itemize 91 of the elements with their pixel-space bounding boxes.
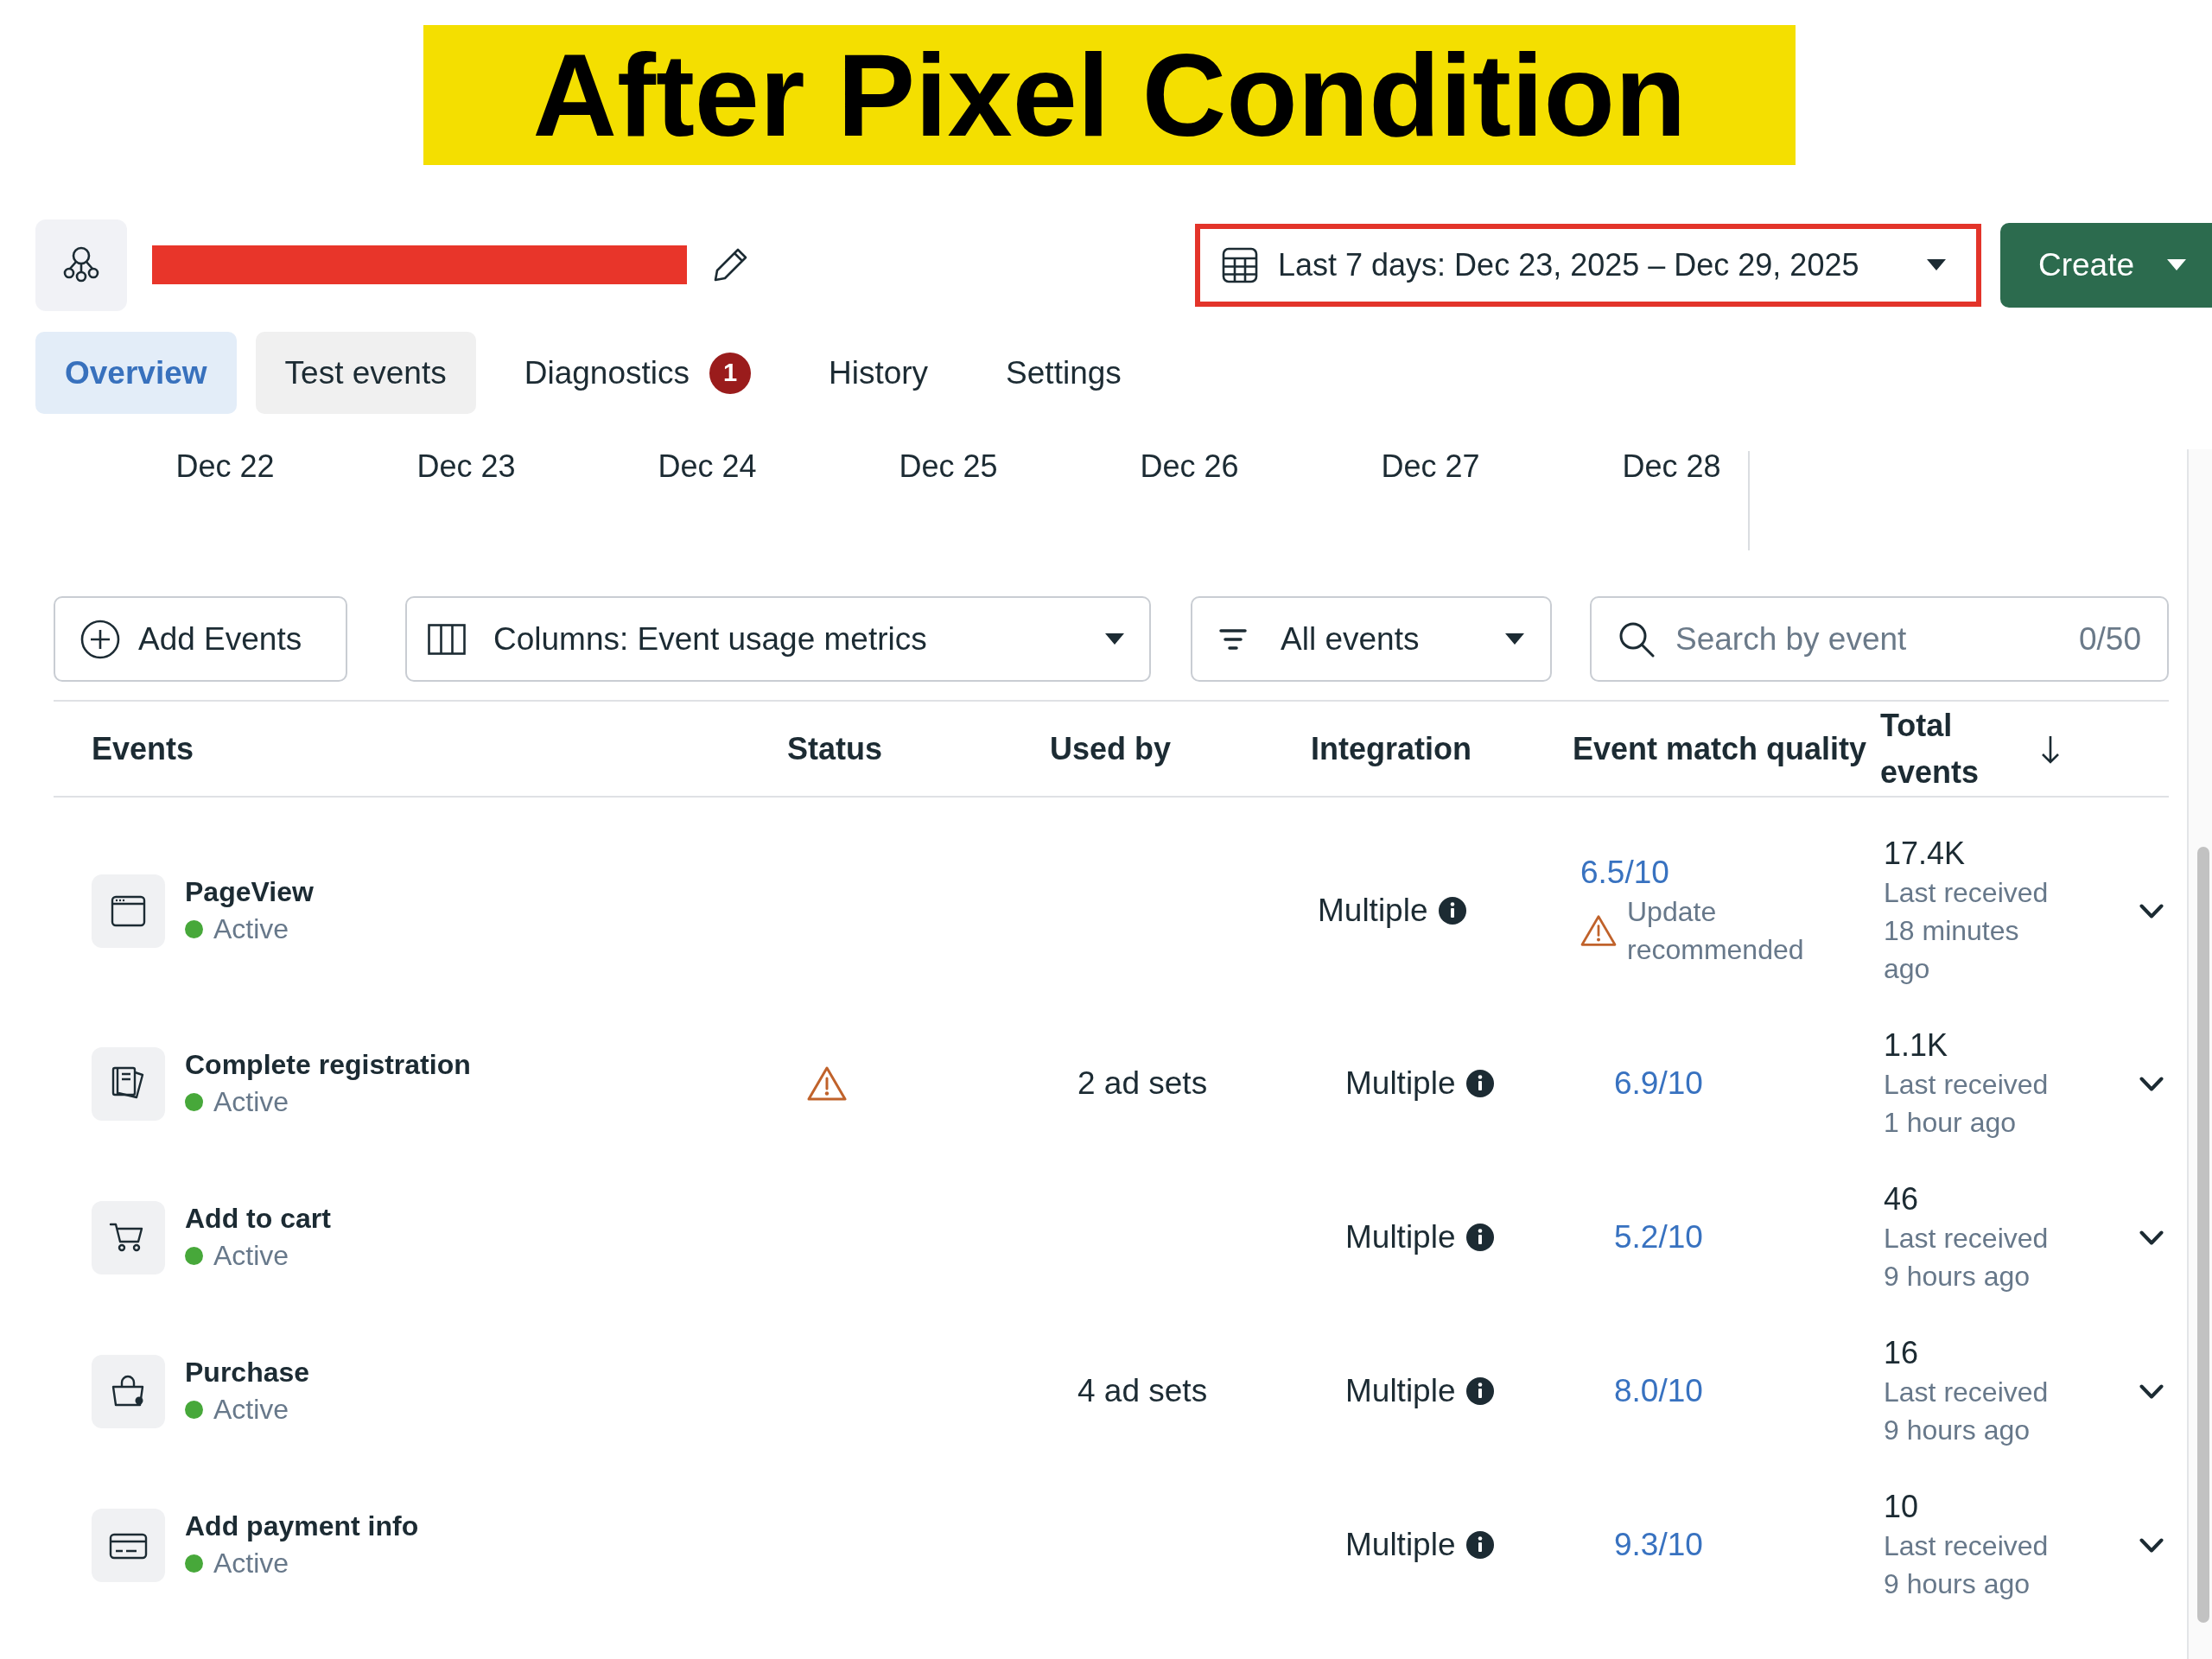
tab[interactable]: Diagnostics 1 — [494, 332, 780, 414]
pencil-icon[interactable] — [713, 247, 748, 283]
date-label: Dec 28 — [1622, 451, 1721, 482]
used-by-text: 4 ad sets — [1077, 1373, 1208, 1408]
last-received-text: Last received 18 minutes ago — [1884, 876, 2050, 986]
credit-card-icon — [92, 1508, 165, 1582]
event-name: PageView — [185, 875, 314, 909]
caret-icon — [1105, 633, 1124, 645]
total-count: 10 — [1884, 1488, 1919, 1526]
search-icon — [1618, 620, 1655, 658]
column-header: Integration — [1311, 730, 1471, 766]
quality-score-link[interactable]: 6.9/10 — [1614, 1064, 1703, 1103]
status-text: Active — [213, 912, 289, 946]
count-badge: 1 — [709, 352, 751, 394]
network-nodes-icon — [35, 219, 127, 311]
last-received-text: Last received 1 hour ago — [1884, 1068, 2050, 1140]
create-button[interactable]: Create — [2000, 222, 2212, 308]
date-label: Dec 25 — [899, 451, 998, 482]
chevron-down-icon[interactable] — [2139, 1230, 2164, 1245]
event-name: Add payment info — [185, 1510, 419, 1543]
column-header: Event match quality — [1573, 730, 1867, 766]
shopping-bag-icon — [92, 1354, 165, 1428]
documents-icon — [92, 1046, 165, 1121]
column-header: Total events — [1880, 706, 1980, 791]
info-icon[interactable] — [1438, 897, 1466, 925]
title-banner: After Pixel Condition — [423, 25, 1796, 165]
filter-icon — [1219, 627, 1247, 651]
chevron-down-icon[interactable] — [2139, 1076, 2164, 1091]
caret-icon — [1927, 259, 1946, 270]
integration-text: Multiple — [1345, 1218, 1456, 1256]
status-text: Active — [213, 1239, 289, 1273]
last-received-text: Last received 9 hours ago — [1884, 1529, 2050, 1601]
columns-dropdown[interactable]: Columns: Event usage metrics — [405, 596, 1151, 682]
columns-icon — [428, 623, 466, 655]
date-label: Dec 23 — [416, 451, 516, 482]
column-header: Events — [92, 730, 194, 766]
total-count: 1.1K — [1884, 1027, 1948, 1065]
event-name: Complete registration — [185, 1048, 471, 1082]
chevron-down-icon[interactable] — [2139, 1383, 2164, 1399]
date-label: Dec 22 — [175, 451, 275, 482]
browser-window-icon — [92, 874, 165, 948]
info-icon[interactable] — [1465, 1377, 1494, 1405]
plus-circle-icon — [80, 619, 120, 659]
chevron-down-icon[interactable] — [2139, 1537, 2164, 1553]
tab[interactable]: Test events — [255, 332, 476, 414]
tab[interactable]: Overview — [35, 332, 237, 414]
used-by-text: 2 ad sets — [1077, 1065, 1208, 1101]
caret-icon — [2167, 259, 2187, 270]
last-received-text: Last received 9 hours ago — [1884, 1222, 2050, 1294]
event-name: Add to cart — [185, 1202, 331, 1236]
sort-arrow-icon[interactable] — [2040, 734, 2061, 764]
quality-score-link[interactable]: 8.0/10 — [1614, 1371, 1703, 1411]
chevron-down-icon[interactable] — [2139, 903, 2164, 918]
warning-icon — [1580, 914, 1617, 947]
scrollbar[interactable] — [2187, 449, 2212, 1659]
character-counter: 0/50 — [2079, 620, 2141, 658]
quality-score-link[interactable]: 9.3/10 — [1614, 1525, 1703, 1565]
integration-text: Multiple — [1345, 1065, 1456, 1103]
total-count: 46 — [1884, 1180, 1919, 1218]
quality-score-link[interactable]: 6.5/10 — [1580, 853, 1669, 893]
total-count: 16 — [1884, 1334, 1919, 1372]
column-header: Used by — [1050, 730, 1172, 766]
status-text: Active — [213, 1393, 289, 1427]
event-name: Purchase — [185, 1356, 310, 1389]
date-label: Dec 27 — [1381, 451, 1480, 482]
info-icon[interactable] — [1465, 1224, 1494, 1251]
info-icon[interactable] — [1465, 1531, 1494, 1559]
last-received-text: Last received 9 hours ago — [1884, 1376, 2050, 1447]
status-text: Active — [213, 1547, 289, 1580]
column-header: Status — [787, 730, 883, 766]
recommendation-text: Update recommended — [1627, 895, 1805, 967]
shopping-cart-icon — [92, 1200, 165, 1274]
search-input[interactable]: Search by event — [1675, 617, 2058, 661]
tab[interactable]: Settings — [976, 332, 1151, 414]
search-field[interactable]: Search by event 0/50 — [1590, 596, 2169, 682]
integration-text: Multiple — [1318, 892, 1428, 930]
add-events-button[interactable]: Add Events — [54, 596, 347, 682]
calendar-icon — [1222, 246, 1258, 283]
total-count: 17.4K — [1884, 835, 1966, 873]
integration-text: Multiple — [1345, 1526, 1456, 1564]
caret-icon — [1505, 633, 1524, 645]
scrollbar-thumb[interactable] — [2197, 847, 2209, 1623]
date-label: Dec 24 — [658, 451, 757, 482]
date-label: Dec 26 — [1140, 451, 1239, 482]
quality-score-link[interactable]: 5.2/10 — [1614, 1217, 1703, 1257]
date-range-button[interactable]: Last 7 days: Dec 23, 2025 – Dec 29, 2025 — [1195, 223, 1981, 307]
info-icon[interactable] — [1465, 1070, 1494, 1097]
filter-dropdown[interactable]: All events — [1191, 596, 1552, 682]
tab[interactable]: History — [799, 332, 958, 414]
status-text: Active — [213, 1085, 289, 1119]
integration-text: Multiple — [1345, 1372, 1456, 1410]
